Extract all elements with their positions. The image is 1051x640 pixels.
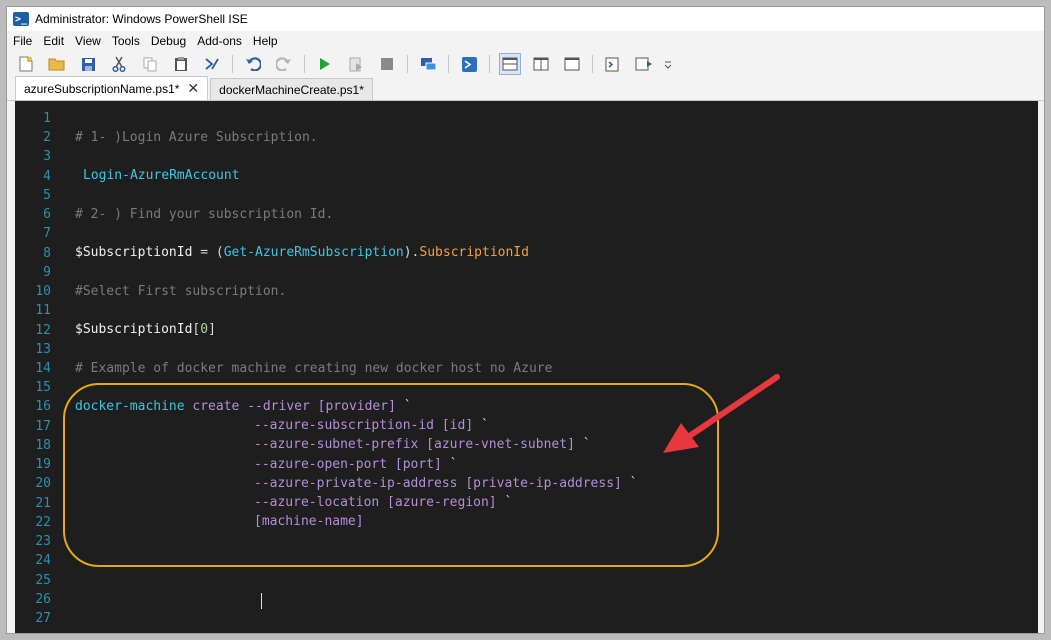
cut-icon[interactable] bbox=[108, 53, 130, 75]
clear-icon[interactable] bbox=[201, 53, 223, 75]
arrow-annotation bbox=[663, 374, 780, 453]
new-icon[interactable] bbox=[15, 53, 37, 75]
window-title: Administrator: Windows PowerShell ISE bbox=[35, 12, 248, 26]
powershell-icon[interactable] bbox=[458, 53, 480, 75]
menu-help[interactable]: Help bbox=[253, 34, 278, 48]
close-icon[interactable]: ✕ bbox=[187, 80, 199, 97]
toolbar-separator bbox=[232, 55, 233, 73]
arrow-shaft bbox=[682, 374, 780, 442]
menu-file[interactable]: File bbox=[13, 34, 32, 48]
menu-bar: File Edit View Tools Debug Add-ons Help bbox=[7, 31, 1044, 51]
toolbar-separator bbox=[407, 55, 408, 73]
powershell-logo-icon: >_ bbox=[13, 12, 29, 26]
tab-docker-machine-create[interactable]: dockerMachineCreate.ps1* bbox=[210, 78, 373, 100]
overflow-icon[interactable] bbox=[664, 53, 672, 75]
run-selection-icon[interactable] bbox=[345, 53, 367, 75]
layout-top-icon[interactable] bbox=[499, 53, 521, 75]
show-script-icon[interactable] bbox=[602, 53, 624, 75]
powershell-ise-window: >_ Administrator: Windows PowerShell ISE… bbox=[6, 6, 1045, 634]
tab-azure-subscription-name[interactable]: azureSubscriptionName.ps1* ✕ bbox=[15, 76, 209, 100]
toolbar bbox=[7, 51, 1044, 77]
tab-label: azureSubscriptionName.ps1* bbox=[24, 81, 180, 96]
title-bar: >_ Administrator: Windows PowerShell ISE bbox=[7, 7, 1044, 31]
toolbar-separator bbox=[592, 55, 593, 73]
layout-max-icon[interactable] bbox=[561, 53, 583, 75]
toolbar-separator bbox=[448, 55, 449, 73]
show-commands-icon[interactable] bbox=[633, 53, 655, 75]
layout-right-icon[interactable] bbox=[530, 53, 552, 75]
stop-icon[interactable] bbox=[376, 53, 398, 75]
redo-icon[interactable] bbox=[273, 53, 295, 75]
copy-icon[interactable] bbox=[139, 53, 161, 75]
run-icon[interactable] bbox=[314, 53, 336, 75]
menu-tools[interactable]: Tools bbox=[112, 34, 140, 48]
menu-addons[interactable]: Add-ons bbox=[197, 34, 242, 48]
save-icon[interactable] bbox=[77, 53, 99, 75]
menu-debug[interactable]: Debug bbox=[151, 34, 186, 48]
paste-icon[interactable] bbox=[170, 53, 192, 75]
toolbar-separator bbox=[489, 55, 490, 73]
arrow-head bbox=[663, 423, 699, 453]
toolbar-separator bbox=[304, 55, 305, 73]
remote-icon[interactable] bbox=[417, 53, 439, 75]
undo-icon[interactable] bbox=[242, 53, 264, 75]
menu-view[interactable]: View bbox=[75, 34, 101, 48]
menu-edit[interactable]: Edit bbox=[43, 34, 64, 48]
script-editor[interactable]: 1 2 3 4 5 6 7 8 9 10 11 12 13 14 15 16 17 18 19 20 21 22 23 24 2… bbox=[15, 101, 1038, 633]
script-tabs: azureSubscriptionName.ps1* ✕ dockerMachi… bbox=[7, 76, 1044, 101]
open-icon[interactable] bbox=[46, 53, 68, 75]
tab-label: dockerMachineCreate.ps1* bbox=[219, 82, 364, 97]
